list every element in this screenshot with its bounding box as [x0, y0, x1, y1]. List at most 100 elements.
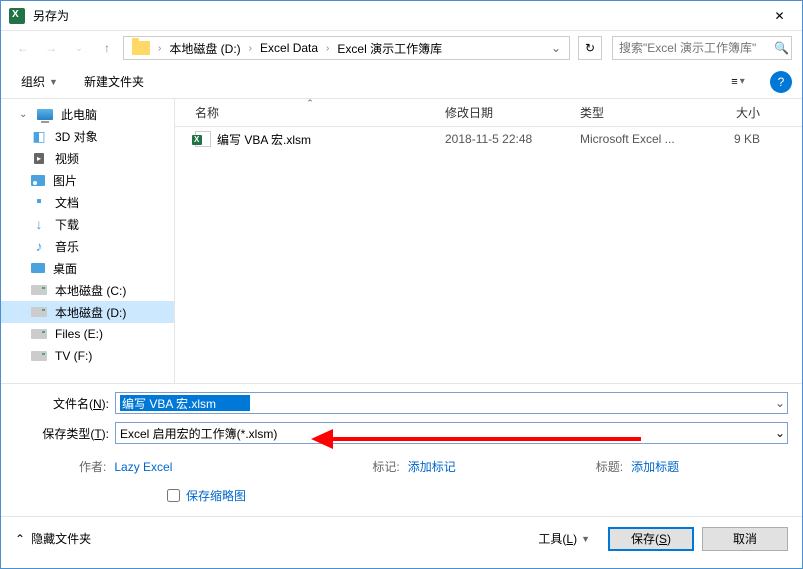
sidebar-item-this-pc[interactable]: ⌄ 此电脑 [1, 103, 174, 125]
filename-label: 文件名(N): [15, 395, 115, 412]
file-size-cell: 9 KB [700, 132, 770, 146]
tags-field: 标记: 添加标记 [372, 458, 455, 475]
sidebar-label: TV (F:) [55, 349, 92, 363]
new-folder-button[interactable]: 新建文件夹 [74, 69, 154, 94]
recent-dropdown[interactable]: ⌄ [67, 36, 91, 60]
filename-dropdown-icon[interactable]: ⌄ [775, 396, 785, 410]
view-options-button[interactable]: ≡▾ [720, 71, 756, 93]
document-icon [31, 194, 47, 210]
breadcrumb-item[interactable]: Excel 演示工作簿库 [333, 38, 446, 59]
column-name[interactable]: ⌃名称 [185, 104, 435, 121]
column-size[interactable]: 大小 [700, 104, 770, 121]
author-value[interactable]: Lazy Excel [114, 460, 172, 474]
drive-icon [31, 351, 47, 361]
sidebar-label: 视频 [55, 150, 79, 167]
sidebar-item-drive-e[interactable]: Files (E:) [1, 323, 174, 345]
download-icon [31, 216, 47, 232]
breadcrumb-item[interactable]: 本地磁盘 (D:) [165, 38, 244, 59]
organize-button[interactable]: 组织▼ [11, 69, 68, 94]
sidebar-label: 图片 [53, 172, 77, 189]
sidebar-label: 3D 对象 [55, 128, 98, 145]
up-button[interactable]: ↑ [95, 36, 119, 60]
video-icon [31, 150, 47, 166]
search-input[interactable] [619, 41, 774, 55]
hide-folders-button[interactable]: ⌃隐藏文件夹 [15, 530, 91, 547]
file-date-cell: 2018-11-5 22:48 [435, 132, 570, 146]
toolbar: 组织▼ 新建文件夹 ≡▾ ? [1, 65, 802, 99]
file-type-cell: Microsoft Excel ... [570, 132, 700, 146]
breadcrumb[interactable]: › 本地磁盘 (D:) › Excel Data › Excel 演示工作簿库 … [123, 36, 570, 60]
sidebar-label: 此电脑 [61, 106, 97, 123]
filetype-label: 保存类型(T): [15, 425, 115, 442]
column-date[interactable]: 修改日期 [435, 104, 570, 121]
form-area: 文件名(N): ⌄ 保存类型(T): Excel 启用宏的工作簿(*.xlsm)… [1, 383, 802, 516]
close-button[interactable]: ✕ [757, 1, 802, 31]
sidebar-item-3d[interactable]: 3D 对象 [1, 125, 174, 147]
thumbnail-checkbox[interactable] [167, 489, 180, 502]
sidebar-item-drive-d[interactable]: 本地磁盘 (D:) [1, 301, 174, 323]
author-field: 作者: Lazy Excel [79, 458, 172, 475]
sidebar-label: 本地磁盘 (C:) [55, 282, 126, 299]
sidebar-label: 文档 [55, 194, 79, 211]
sidebar-item-music[interactable]: 音乐 [1, 235, 174, 257]
tags-value[interactable]: 添加标记 [408, 458, 456, 475]
title-value[interactable]: 添加标题 [631, 458, 679, 475]
filename-field[interactable]: ⌄ [115, 392, 788, 414]
breadcrumb-item[interactable]: Excel Data [256, 39, 322, 57]
refresh-button[interactable]: ↻ [578, 36, 602, 60]
help-button[interactable]: ? [770, 71, 792, 93]
excel-icon [9, 8, 25, 24]
thumbnail-row: 保存缩略图 [15, 481, 788, 516]
sidebar-item-downloads[interactable]: 下载 [1, 213, 174, 235]
thumbnail-label[interactable]: 保存缩略图 [186, 487, 246, 504]
column-headers: ⌃名称 修改日期 类型 大小 [175, 99, 802, 127]
main-area: ⌄ 此电脑 3D 对象 视频 图片 文档 下载 音乐 桌面 本地磁盘 (C:) 本… [1, 99, 802, 383]
chevron-right-icon: › [156, 43, 163, 54]
back-button[interactable]: ← [11, 36, 35, 60]
3d-icon [31, 128, 47, 144]
filetype-dropdown-icon[interactable]: ⌄ [775, 426, 785, 440]
sidebar-item-desktop[interactable]: 桌面 [1, 257, 174, 279]
sidebar-item-drive-c[interactable]: 本地磁盘 (C:) [1, 279, 174, 301]
sidebar-item-documents[interactable]: 文档 [1, 191, 174, 213]
music-icon [31, 238, 47, 254]
nav-bar: ← → ⌄ ↑ › 本地磁盘 (D:) › Excel Data › Excel… [1, 31, 802, 65]
filetype-dropdown[interactable]: Excel 启用宏的工作簿(*.xlsm) ⌄ [115, 422, 788, 444]
sidebar-item-drive-f[interactable]: TV (F:) [1, 345, 174, 367]
pc-icon [37, 109, 53, 120]
sidebar-label: 下载 [55, 216, 79, 233]
filetype-value: Excel 启用宏的工作簿(*.xlsm) [120, 425, 277, 442]
tools-button[interactable]: 工具(L)▼ [528, 526, 600, 551]
title-label: 标题: [596, 458, 623, 475]
window-title: 另存为 [33, 7, 757, 24]
sidebar-label: 桌面 [53, 260, 77, 277]
footer: ⌃隐藏文件夹 工具(L)▼ 保存(S) 取消 [1, 516, 802, 560]
forward-button[interactable]: → [39, 36, 63, 60]
desktop-icon [31, 263, 45, 273]
xlsm-file-icon [195, 131, 211, 147]
chevron-right-icon: › [324, 43, 331, 54]
sidebar-label: 本地磁盘 (D:) [55, 304, 126, 321]
tags-label: 标记: [372, 458, 399, 475]
sidebar-item-pictures[interactable]: 图片 [1, 169, 174, 191]
column-type[interactable]: 类型 [570, 104, 700, 121]
drive-icon [31, 285, 47, 295]
chevron-right-icon: › [247, 43, 254, 54]
cancel-button[interactable]: 取消 [702, 527, 788, 551]
save-button[interactable]: 保存(S) [608, 527, 694, 551]
file-name-cell: 编写 VBA 宏.xlsm [185, 131, 435, 148]
sidebar-item-video[interactable]: 视频 [1, 147, 174, 169]
drive-icon [31, 329, 47, 339]
file-row[interactable]: 编写 VBA 宏.xlsm 2018-11-5 22:48 Microsoft … [175, 127, 802, 151]
search-icon[interactable]: 🔍 [774, 41, 789, 55]
sort-indicator-icon: ⌃ [306, 98, 314, 109]
folder-icon [132, 41, 150, 55]
file-list: ⌃名称 修改日期 类型 大小 编写 VBA 宏.xlsm 2018-11-5 2… [175, 99, 802, 383]
search-box[interactable]: 🔍 [612, 36, 792, 60]
chevron-down-icon: ⌄ [19, 109, 29, 120]
breadcrumb-dropdown[interactable]: ⌄ [547, 41, 565, 55]
filetype-row: 保存类型(T): Excel 启用宏的工作簿(*.xlsm) ⌄ [15, 422, 788, 444]
filename-input[interactable] [120, 395, 250, 411]
chevron-up-icon: ⌃ [15, 532, 25, 546]
navigation-pane[interactable]: ⌄ 此电脑 3D 对象 视频 图片 文档 下载 音乐 桌面 本地磁盘 (C:) 本… [1, 99, 175, 383]
